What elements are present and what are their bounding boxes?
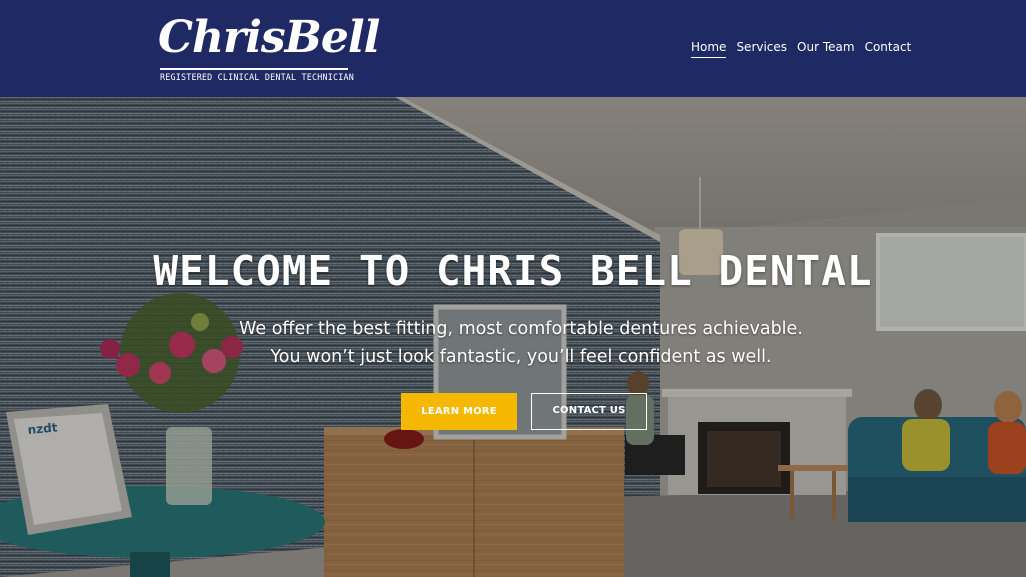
main-nav: Home Services Our Team Contact [691,38,911,58]
nav-item-home[interactable]: Home [691,38,727,58]
logo-divider [160,68,348,70]
hero-banner: nzdt WELCOME TO CHRIS BELL DENTAL We off… [0,97,1026,577]
site-header: ChrisBell REGISTERED CLINICAL DENTAL TEC… [0,0,1026,97]
hero-subtitle-line-1: We offer the best fitting, most comforta… [239,319,803,339]
logo-tagline: REGISTERED CLINICAL DENTAL TECHNICIAN [160,72,354,82]
site-logo[interactable]: ChrisBell REGISTERED CLINICAL DENTAL TEC… [158,8,380,84]
logo-wordmark: ChrisBell [158,12,380,63]
hero-subtitle-line-2: You won’t just look fantastic, you’ll fe… [270,347,772,367]
hero-title: WELCOME TO CHRIS BELL DENTAL [153,247,873,295]
learn-more-button[interactable]: LEARN MORE [401,393,517,430]
nav-item-contact[interactable]: Contact [865,38,912,58]
nav-item-our-team[interactable]: Our Team [797,38,855,58]
nav-item-services[interactable]: Services [736,38,787,58]
contact-us-button[interactable]: CONTACT US [531,393,647,430]
